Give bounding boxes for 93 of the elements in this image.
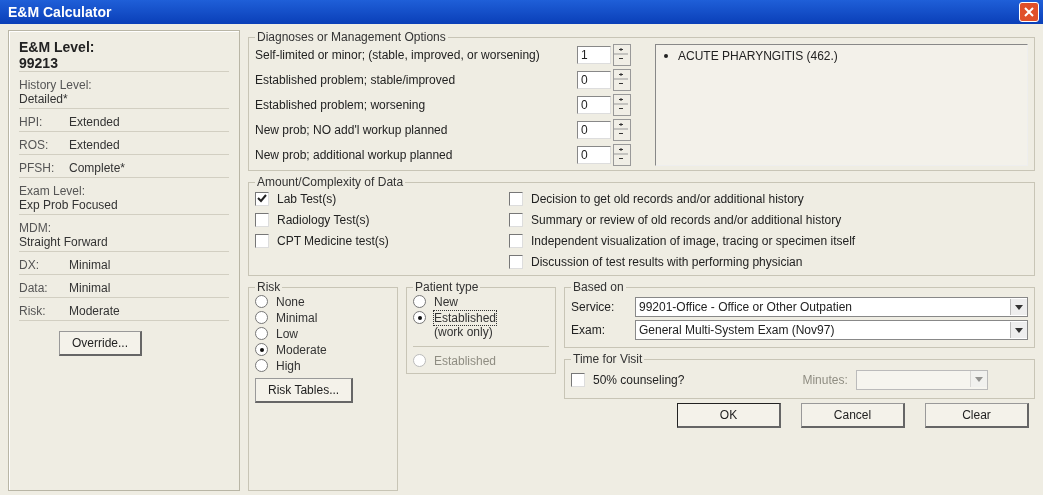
window-title: E&M Calculator <box>8 4 112 20</box>
radio-option[interactable]: New <box>413 294 549 310</box>
dialog-button[interactable]: OK <box>677 403 781 428</box>
radio-label: None <box>276 295 305 309</box>
checkbox-label: 50% counseling? <box>593 373 685 387</box>
radio-button[interactable] <box>255 295 268 308</box>
checkbox-label: Independent visualization of image, tracing or specimen itself <box>531 233 856 248</box>
checkbox[interactable] <box>509 212 523 227</box>
spin-buttons[interactable] <box>613 69 631 91</box>
caret-icon <box>1015 327 1023 333</box>
field-label: History Level: <box>19 78 93 92</box>
field-value: Detailed* <box>19 92 69 106</box>
dialog-button[interactable]: Clear <box>925 403 1029 428</box>
risk-tables-button[interactable]: Risk Tables... <box>255 378 354 403</box>
checkbox-label: Lab Test(s) <box>277 191 337 206</box>
field-label: Risk: <box>19 304 47 318</box>
field-value: Minimal <box>69 281 111 295</box>
group-title: Risk <box>256 280 282 294</box>
option-label: Established problem; stable/improved <box>255 73 457 87</box>
group-title: Based on <box>572 280 625 294</box>
checkbox[interactable] <box>509 191 523 206</box>
checkbox[interactable] <box>509 254 523 269</box>
option-label: New prob; NO add'l workup planned <box>255 123 449 137</box>
radio-label: Minimal <box>276 311 318 325</box>
spin-buttons[interactable] <box>613 119 631 141</box>
field-value: Extended <box>69 138 120 152</box>
field-label: PFSH: <box>19 161 56 175</box>
option-label: Established problem; worsening <box>255 98 427 112</box>
dropdown[interactable]: General Multi-System Exam (Nov97) <box>635 320 1028 340</box>
radio-label: High <box>276 359 301 373</box>
checkbox[interactable] <box>255 191 269 206</box>
checkbox[interactable] <box>509 233 523 248</box>
field-label: Data: <box>19 281 49 295</box>
spin-buttons[interactable] <box>613 94 631 116</box>
close-icon <box>1024 7 1034 17</box>
radio-label: New <box>434 295 458 309</box>
caret-icon <box>974 376 983 382</box>
field-value: Extended <box>69 115 120 129</box>
field-label: DX: <box>19 258 40 272</box>
count-field[interactable]: 0 <box>577 71 611 89</box>
field-value: Straight Forward <box>19 235 109 249</box>
checkbox[interactable] <box>571 373 585 387</box>
radio-button[interactable] <box>413 311 426 324</box>
field-label: HPI: <box>19 115 44 129</box>
radio-button[interactable] <box>255 359 268 372</box>
group-title: Time for Visit <box>572 352 644 366</box>
bullet-icon <box>664 54 668 58</box>
radio-label: Low <box>276 327 298 341</box>
radio-button[interactable] <box>255 343 268 356</box>
group-title: Diagnoses or Management Options <box>256 30 447 44</box>
count-field[interactable]: 1 <box>577 46 611 64</box>
field-value: Minimal <box>69 258 111 272</box>
option-label: New prob; additional workup planned <box>255 148 454 162</box>
field-value: Complete* <box>69 161 126 175</box>
level-value: 99213 <box>19 55 59 71</box>
field-label: MDM: <box>19 221 52 235</box>
checkbox-label: Decision to get old records and/or additional history <box>531 191 804 206</box>
field-label: ROS: <box>19 138 50 152</box>
radio-label: Established <box>434 354 497 368</box>
checkbox-label: CPT Medicine test(s) <box>277 233 389 248</box>
caret-icon <box>1015 304 1023 310</box>
field-value: Moderate <box>69 304 120 318</box>
group-title: Patient type <box>414 280 480 294</box>
select-label: Exam: <box>571 323 606 337</box>
override-button[interactable]: Override... <box>59 331 142 356</box>
group-title: Amount/Complexity of Data <box>256 175 405 189</box>
radio-button[interactable] <box>255 311 268 324</box>
list-item[interactable]: ACUTE PHARYNGITIS (462.) <box>664 49 1019 63</box>
field-value: Exp Prob Focused <box>19 198 119 212</box>
checkbox-label: Radiology Test(s) <box>277 212 370 227</box>
minutes-label: Minutes: <box>802 373 848 387</box>
radio-label: Moderate <box>276 343 327 357</box>
count-field[interactable]: 0 <box>577 121 611 139</box>
count-field[interactable]: 0 <box>577 96 611 114</box>
spin-buttons[interactable] <box>613 44 631 66</box>
close-button[interactable] <box>1019 2 1039 22</box>
count-field[interactable]: 0 <box>577 146 611 164</box>
checkbox-label: Summary or review of old records and/or additional history <box>531 212 842 227</box>
radio-button[interactable] <box>413 295 426 308</box>
radio-label: Established <box>434 311 497 325</box>
select-label: Service: <box>571 300 616 314</box>
dropdown[interactable]: 99201-Office - Office or Other Outpatien <box>635 297 1028 317</box>
checkbox[interactable] <box>255 212 269 227</box>
level-heading: E&M Level: <box>19 39 96 55</box>
dialog-button[interactable]: Cancel <box>801 403 905 428</box>
radio-option[interactable]: Established (work only) <box>413 310 549 340</box>
option-label: Self-limited or minor; (stable, improved, or worsening) <box>255 48 541 62</box>
field-label: Exam Level: <box>19 184 87 198</box>
checkbox-label: Discussion of test results with performing physician <box>531 254 803 269</box>
radio-note: (work only) <box>434 325 494 339</box>
spin-buttons[interactable] <box>613 144 631 166</box>
checkbox[interactable] <box>255 233 269 248</box>
radio-button[interactable] <box>255 327 268 340</box>
